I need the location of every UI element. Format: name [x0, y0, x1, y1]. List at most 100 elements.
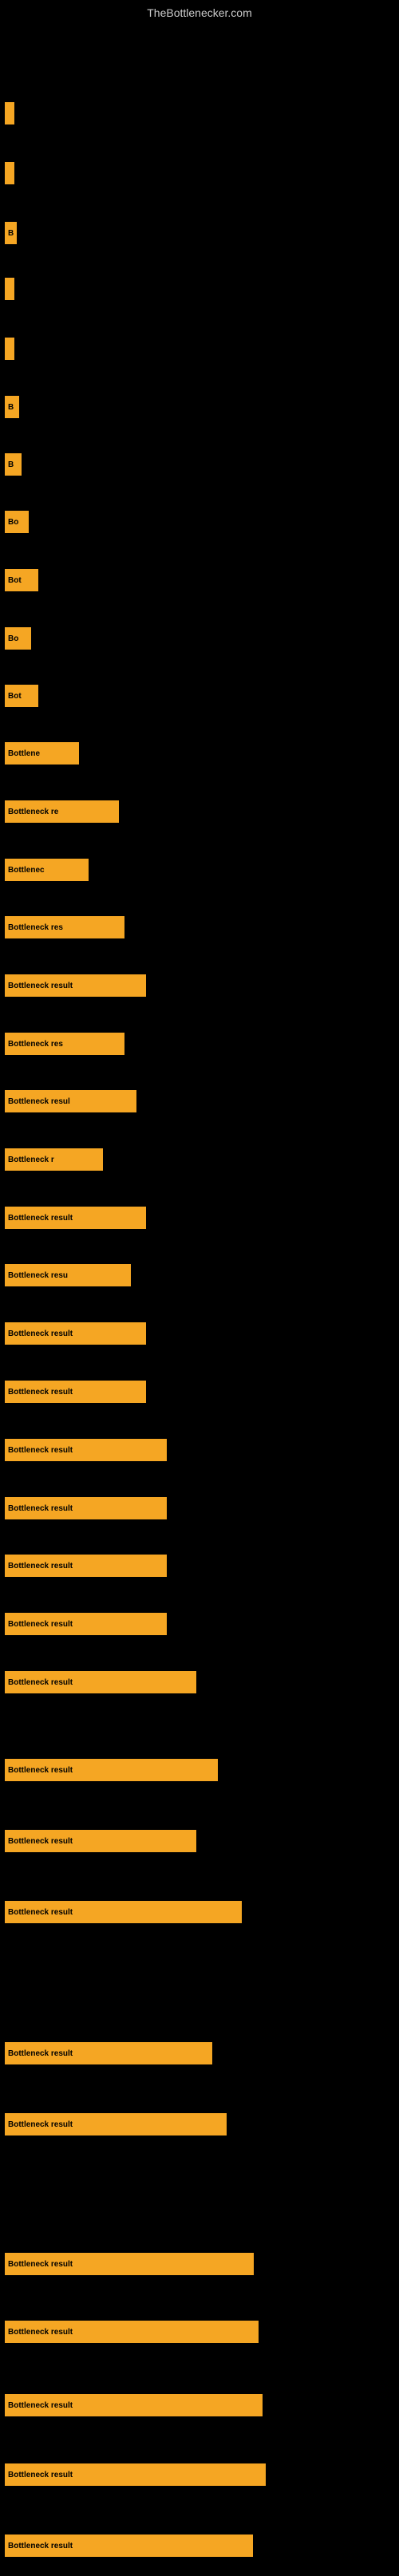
bar-item: Bottleneck result — [0, 2321, 399, 2346]
bottleneck-bar: Bo — [5, 511, 29, 533]
bar-item: Bottleneck result — [0, 1322, 399, 1348]
bar-item: Bottleneck result — [0, 2394, 399, 2420]
bottleneck-bar: Bottleneck res — [5, 1033, 124, 1055]
bar-label: Bot — [8, 576, 22, 585]
bottleneck-bar: Bottleneck result — [5, 2321, 259, 2343]
bottleneck-bar: Bottleneck resu — [5, 1264, 131, 1286]
bar-item: Bottleneck r — [0, 1148, 399, 1174]
bar-label: B — [8, 229, 14, 238]
bar-item: Bottleneck result — [0, 2042, 399, 2068]
bottleneck-bar — [5, 162, 14, 184]
bar-label: Bottleneck r — [8, 1156, 54, 1164]
bar-label: Bottleneck result — [8, 1766, 73, 1775]
bottleneck-bar: Bottleneck result — [5, 1381, 146, 1403]
bar-item: Bottleneck result — [0, 2253, 399, 2278]
bar-label: Bottleneck re — [8, 808, 58, 816]
bottleneck-bar: Bot — [5, 569, 38, 591]
bottleneck-bar: Bottlenec — [5, 859, 89, 881]
bar-item: Bottleneck result — [0, 2535, 399, 2560]
bar-item: Bottlenec — [0, 859, 399, 884]
bar-item — [0, 162, 399, 188]
bar-label: Bottleneck result — [8, 1329, 73, 1338]
bar-label: Bottleneck res — [8, 1040, 63, 1049]
bar-label: Bottlene — [8, 749, 40, 758]
bottleneck-bar: B — [5, 222, 17, 244]
bar-item: Bottleneck result — [0, 1613, 399, 1638]
bar-item: B — [0, 396, 399, 421]
bar-item: Bottleneck result — [0, 1901, 399, 1926]
bar-label: Bottleneck result — [8, 1446, 73, 1455]
bar-label: Bottleneck resul — [8, 1097, 70, 1106]
bar-label: Bottleneck result — [8, 2471, 73, 2479]
bar-label: Bottleneck result — [8, 2542, 73, 2550]
bar-label: Bottleneck result — [8, 2049, 73, 2058]
bar-label: Bottleneck result — [8, 1388, 73, 1397]
bottleneck-bar: Bottleneck re — [5, 800, 119, 823]
bar-label: Bottleneck result — [8, 2260, 73, 2269]
bottleneck-bar: Bottleneck result — [5, 2394, 263, 2416]
bar-label: Bottleneck result — [8, 1562, 73, 1570]
site-title: TheBottlenecker.com — [0, 0, 399, 22]
bottleneck-bar: Bottleneck result — [5, 2463, 266, 2486]
bar-label: Bot — [8, 692, 22, 701]
bar-label: Bottleneck result — [8, 2328, 73, 2337]
bottleneck-bar: Bottleneck result — [5, 974, 146, 997]
bottleneck-bar: Bottleneck result — [5, 1207, 146, 1229]
bar-label: Bottleneck result — [8, 982, 73, 990]
bar-item: B — [0, 453, 399, 479]
bar-item: Bottleneck resu — [0, 1264, 399, 1290]
bar-label: B — [8, 460, 14, 469]
bottleneck-bar — [5, 102, 14, 124]
bottleneck-bar: Bottlene — [5, 742, 79, 765]
bar-item: Bottleneck result — [0, 1671, 399, 1697]
bottleneck-bar: B — [5, 453, 22, 476]
bar-label: Bo — [8, 634, 18, 643]
bar-item: Bottleneck result — [0, 974, 399, 1000]
bottleneck-bar: Bot — [5, 685, 38, 707]
bar-item: Bottleneck result — [0, 1381, 399, 1406]
bar-item: B — [0, 222, 399, 247]
bottleneck-bar: Bottleneck result — [5, 1901, 242, 1923]
bottleneck-bar: Bottleneck resul — [5, 1090, 136, 1112]
bottleneck-bar: Bottleneck result — [5, 1759, 218, 1781]
bottleneck-bar: Bottleneck result — [5, 2253, 254, 2275]
bar-item: Bottleneck result — [0, 1555, 399, 1580]
bar-item: Bottleneck res — [0, 1033, 399, 1058]
bar-item: Bo — [0, 511, 399, 536]
bar-item: Bottleneck result — [0, 2463, 399, 2489]
bottleneck-bar: Bottleneck result — [5, 1671, 196, 1693]
bottleneck-bar — [5, 278, 14, 300]
bar-label: Bottleneck result — [8, 1214, 73, 1223]
bar-item: Bottlene — [0, 742, 399, 768]
bar-item: Bottleneck resul — [0, 1090, 399, 1116]
bar-label: Bottleneck result — [8, 1620, 73, 1629]
bottleneck-bar: Bottleneck r — [5, 1148, 103, 1171]
bar-item: Bottleneck result — [0, 1497, 399, 1523]
bar-item: Bo — [0, 627, 399, 653]
bar-label: Bo — [8, 518, 18, 527]
bar-item: Bottleneck result — [0, 1830, 399, 1855]
bar-label: Bottleneck result — [8, 1837, 73, 1846]
bar-label: Bottleneck result — [8, 1908, 73, 1917]
bottleneck-bar: Bottleneck result — [5, 1322, 146, 1345]
bar-item: Bottleneck result — [0, 2113, 399, 2139]
bar-item: Bottleneck result — [0, 1439, 399, 1464]
bar-label: Bottlenec — [8, 866, 45, 875]
bar-item: Bot — [0, 685, 399, 710]
bar-label: Bottleneck resu — [8, 1271, 68, 1280]
bar-item — [0, 278, 399, 303]
bottleneck-bar — [5, 338, 14, 360]
bar-item — [0, 338, 399, 363]
bottleneck-bar: Bottleneck result — [5, 1613, 167, 1635]
bar-item: Bottleneck result — [0, 1207, 399, 1232]
bar-label: Bottleneck result — [8, 2120, 73, 2129]
bottleneck-bar: B — [5, 396, 19, 418]
bottleneck-bar: Bottleneck res — [5, 916, 124, 938]
bottleneck-bar: Bottleneck result — [5, 2042, 212, 2064]
bottleneck-bar: Bottleneck result — [5, 1830, 196, 1852]
bar-item — [0, 102, 399, 128]
bottleneck-bar: Bottleneck result — [5, 1439, 167, 1461]
bar-label: Bottleneck result — [8, 1678, 73, 1687]
bar-item: Bottleneck re — [0, 800, 399, 826]
bottleneck-bar: Bottleneck result — [5, 2113, 227, 2135]
